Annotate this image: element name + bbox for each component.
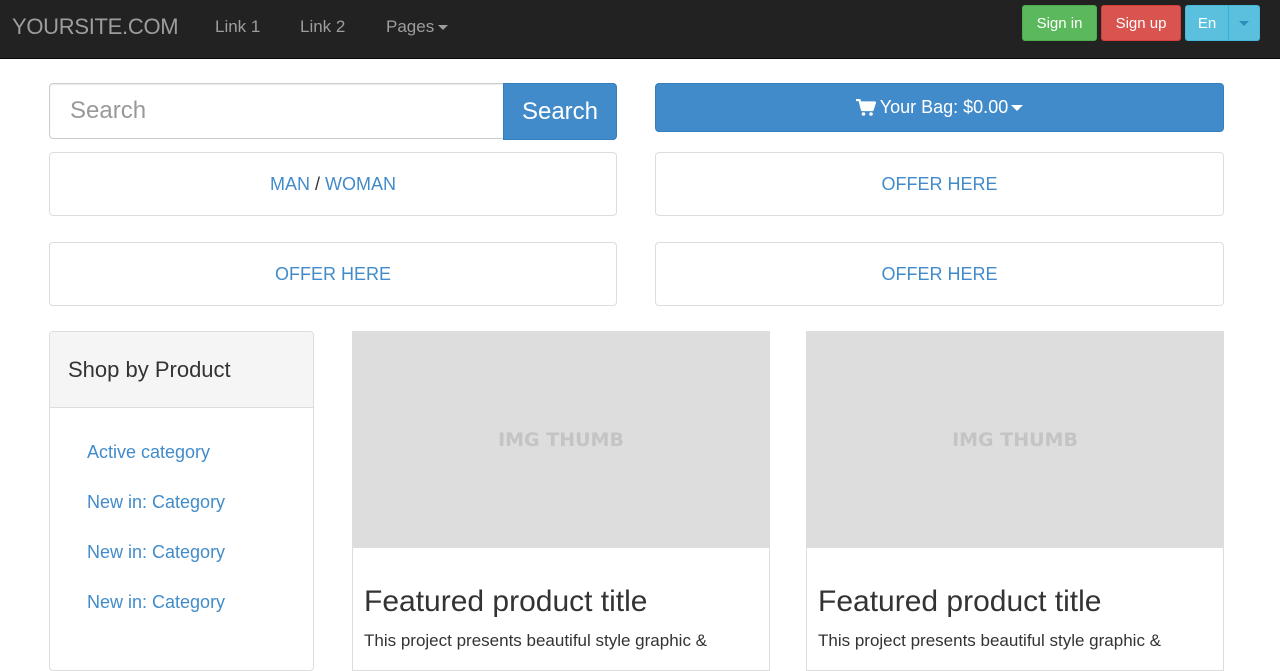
bag-label: Your Bag: $0.00 <box>879 97 1009 117</box>
sign-in-button[interactable]: Sign in <box>1022 5 1097 41</box>
brand-logo[interactable]: YOURSITE.COM <box>12 14 179 40</box>
product-thumbnail[interactable]: IMG THUMB <box>353 332 769 548</box>
pages-dropdown[interactable]: Pages <box>386 17 449 37</box>
man-woman-box: MAN / WOMAN <box>49 152 617 216</box>
category-link-active[interactable]: Active category <box>87 442 210 463</box>
caret-down-icon <box>1239 20 1249 26</box>
top-navbar: YOURSITE.COM Link 1 Link 2 Pages Sign in… <box>0 0 1280 59</box>
product-title[interactable]: Featured product title <box>364 585 648 619</box>
man-link[interactable]: MAN <box>270 174 310 195</box>
offer-box-1: OFFER HERE <box>655 152 1224 216</box>
sign-up-button[interactable]: Sign up <box>1101 5 1181 41</box>
search-button[interactable]: Search <box>503 83 617 140</box>
language-dropdown-toggle[interactable] <box>1228 5 1260 41</box>
woman-link[interactable]: WOMAN <box>325 174 396 195</box>
product-card: IMG THUMB Featured product title This pr… <box>806 331 1224 671</box>
product-card: IMG THUMB Featured product title This pr… <box>352 331 770 671</box>
category-link[interactable]: New in: Category <box>87 592 225 613</box>
product-title[interactable]: Featured product title <box>818 585 1102 619</box>
shopping-cart-icon <box>855 98 876 116</box>
shop-by-product-panel: Shop by Product Active category New in: … <box>49 331 314 671</box>
your-bag-button[interactable]: Your Bag: $0.00 <box>655 83 1224 132</box>
category-link[interactable]: New in: Category <box>87 542 225 563</box>
offer-box-2: OFFER HERE <box>49 242 617 306</box>
search-input[interactable] <box>49 83 504 139</box>
nav-link-2[interactable]: Link 2 <box>300 17 345 37</box>
offer-box-3: OFFER HERE <box>655 242 1224 306</box>
product-description: This project presents beautiful style gr… <box>364 631 708 650</box>
product-thumbnail[interactable]: IMG THUMB <box>807 332 1223 548</box>
offer-link[interactable]: OFFER HERE <box>881 174 997 195</box>
panel-title: Shop by Product <box>50 332 313 408</box>
nav-link-1[interactable]: Link 1 <box>215 17 260 37</box>
product-description: This project presents beautiful style gr… <box>818 631 1162 650</box>
separator: / <box>314 173 320 194</box>
offer-link[interactable]: OFFER HERE <box>275 264 391 285</box>
category-link[interactable]: New in: Category <box>87 492 225 513</box>
language-button[interactable]: En <box>1185 5 1229 41</box>
offer-link[interactable]: OFFER HERE <box>881 264 997 285</box>
pages-label: Pages <box>386 17 435 36</box>
caret-down-icon <box>1011 104 1024 111</box>
caret-down-icon <box>438 25 449 31</box>
